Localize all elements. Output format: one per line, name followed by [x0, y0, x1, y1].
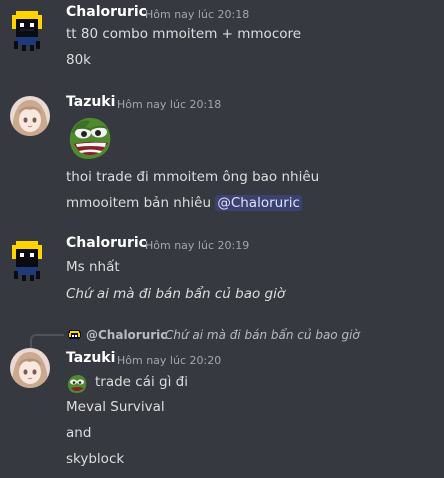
message-text: Chứ ai mà đi bán bẩn củ bao giờ: [66, 286, 286, 302]
message-timestamp: Hôm nay lúc 20:19: [145, 239, 250, 252]
reply-connector: [30, 334, 64, 348]
message-text-part: mmooitem bản nhiêu: [66, 195, 216, 211]
pepe-emoji[interactable]: [66, 113, 114, 161]
message-text: mmooitem bản nhiêu @Chaloruric: [66, 195, 302, 211]
message-timestamp: Hôm nay lúc 20:18: [145, 8, 250, 21]
avatar-tazuki[interactable]: [10, 96, 50, 136]
message-text: skyblock: [66, 451, 125, 467]
message-text: trade cái gì đi: [95, 374, 188, 390]
message-text: 80k: [66, 52, 91, 68]
message-author[interactable]: Tazuki: [66, 350, 115, 366]
message-author[interactable]: Chaloruric: [66, 4, 147, 20]
reply-preview[interactable]: Chứ ai mà đi bán bẩn củ bao giờ: [165, 328, 360, 342]
reply-author[interactable]: @Chaloruric: [86, 328, 167, 342]
message-text: Meval Survival: [66, 399, 165, 415]
avatar-chaloruric[interactable]: [10, 7, 46, 51]
avatar-chaloruric[interactable]: [10, 237, 46, 281]
message-timestamp: Hôm nay lúc 20:18: [117, 98, 222, 111]
message-timestamp: Hôm nay lúc 20:20: [117, 354, 222, 367]
message-text: Ms nhất: [66, 259, 120, 275]
message-author[interactable]: Tazuki: [66, 94, 115, 110]
pepe-small-emoji[interactable]: [66, 374, 88, 394]
message-text: tt 80 combo mmoitem + mmocore: [66, 26, 302, 42]
reply-avatar[interactable]: [68, 328, 81, 341]
user-mention[interactable]: @Chaloruric: [215, 195, 302, 211]
avatar-tazuki[interactable]: [10, 348, 50, 388]
message-author[interactable]: Chaloruric: [66, 235, 147, 251]
message-text: and: [66, 425, 92, 441]
message-text: thoi trade đi mmoitem ông bao nhiêu: [66, 169, 320, 185]
